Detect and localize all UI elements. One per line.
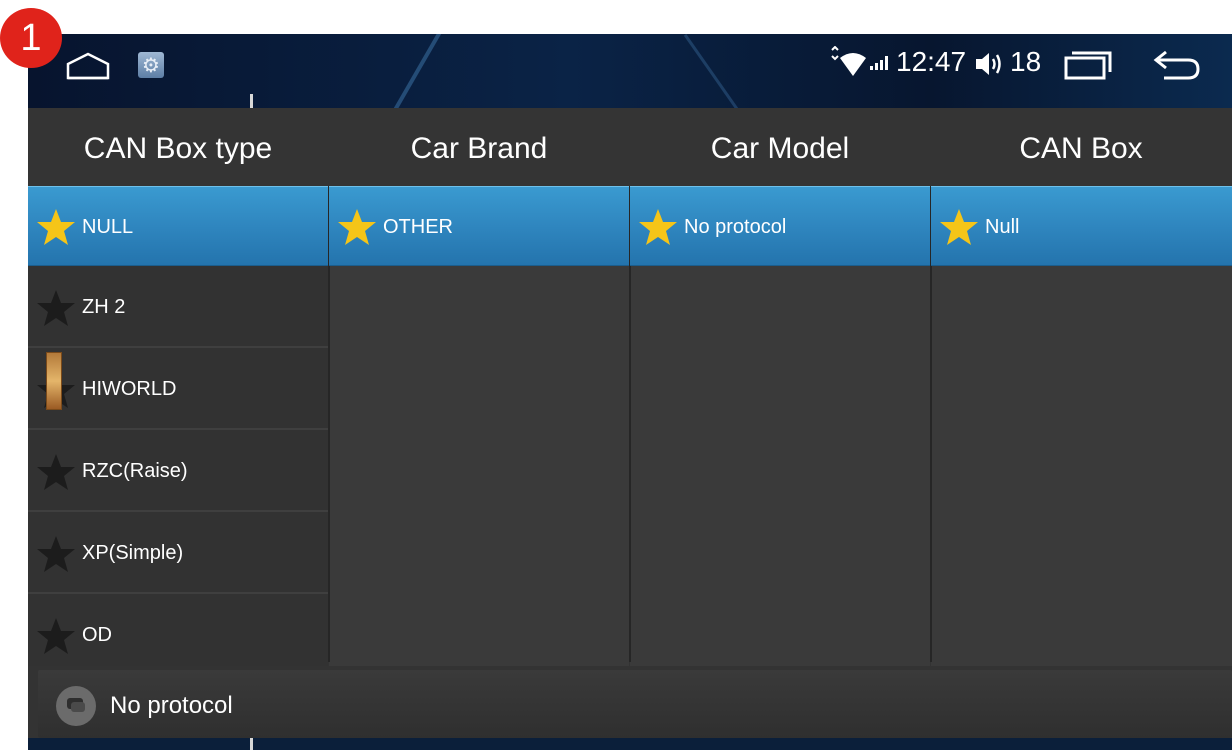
message-icon: [56, 686, 96, 726]
item-label: No protocol: [684, 216, 787, 238]
home-icon[interactable]: [66, 52, 110, 80]
star-icon: [338, 209, 376, 245]
item-label: Null: [985, 216, 1020, 238]
header-can-box-type: CAN Box type: [83, 132, 273, 165]
can-box-type-item-rzc[interactable]: RZC(Raise): [28, 430, 328, 512]
star-icon: [639, 209, 677, 245]
item-label: OD: [82, 624, 112, 646]
wallpaper-streak: [683, 34, 756, 108]
chat-bubble-icon: [67, 698, 85, 712]
bottom-strip: [28, 738, 1232, 750]
item-label: RZC(Raise): [82, 460, 188, 482]
can-box-type-item-hiworld[interactable]: HIWORLD: [28, 348, 328, 430]
item-label: OTHER: [383, 216, 453, 238]
recent-apps-icon[interactable]: [1064, 50, 1112, 80]
header-car-brand: Car Brand: [410, 132, 548, 165]
item-label: ZH 2: [82, 296, 126, 318]
signal-icon: [870, 56, 888, 70]
header-can-box: CAN Box: [1019, 132, 1143, 165]
star-icon: [37, 290, 75, 326]
can-box-type-item-null[interactable]: NULL: [28, 186, 328, 266]
star-icon: [37, 209, 75, 245]
star-icon: [37, 618, 75, 654]
status-bar: ⚙ 12:47 18: [28, 34, 1232, 108]
item-label: NULL: [82, 216, 134, 238]
item-label: XP(Simple): [82, 542, 184, 564]
can-box-type-item-od[interactable]: OD: [28, 594, 328, 666]
can-settings-screen: ⚙ 12:47 18 CAN Box type Car Brand Car Mo…: [28, 34, 1232, 750]
toast-message: No protocol: [38, 670, 1232, 738]
wallpaper-streak: [373, 34, 447, 108]
star-icon: [37, 536, 75, 572]
scroll-tick: [250, 94, 253, 108]
footer-message-text: No protocol: [110, 692, 233, 719]
settings-icon[interactable]: ⚙: [138, 52, 164, 78]
can-box-type-item-xp[interactable]: XP(Simple): [28, 512, 328, 594]
car-brand-item-other[interactable]: OTHER: [329, 186, 629, 266]
back-icon[interactable]: [1152, 48, 1202, 82]
item-label: HIWORLD: [82, 378, 177, 400]
can-box-item-null[interactable]: Null: [931, 186, 1232, 266]
step-number-badge: 1: [0, 8, 62, 68]
star-icon: [940, 209, 978, 245]
clock-time: 12:47: [896, 46, 967, 77]
car-model-item-no-protocol[interactable]: No protocol: [630, 186, 930, 266]
sticker-image: [46, 352, 62, 410]
volume-level: 18: [1010, 46, 1042, 77]
wifi-icon: [831, 46, 866, 76]
volume-icon[interactable]: [974, 50, 1004, 78]
can-box-type-item-zh2[interactable]: ZH 2: [28, 266, 328, 348]
header-car-model: Car Model: [710, 132, 850, 165]
column-header-row: CAN Box type Car Brand Car Model CAN Box: [28, 108, 1232, 187]
scroll-tick: [250, 738, 253, 750]
star-icon: [37, 454, 75, 490]
